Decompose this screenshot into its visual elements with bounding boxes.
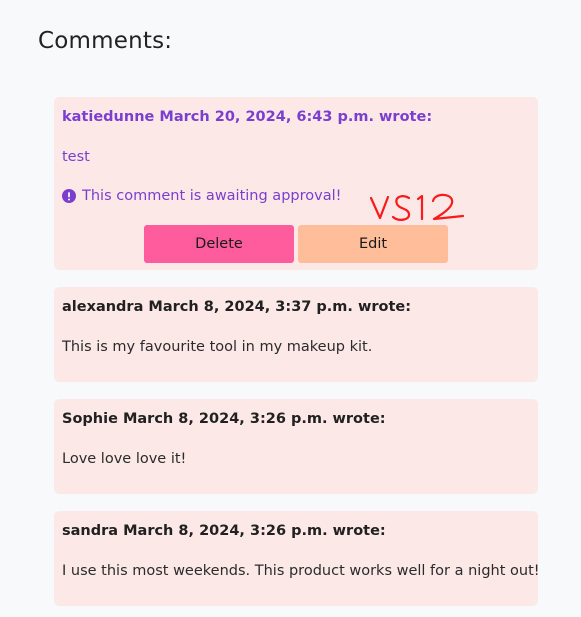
comment-card: alexandra March 8, 2024, 3:37 p.m. wrote…	[54, 287, 538, 382]
comment-header: katiedunne March 20, 2024, 6:43 p.m. wro…	[62, 109, 433, 125]
handwritten-annotation	[369, 193, 465, 221]
edit-button[interactable]: Edit	[298, 225, 448, 263]
page: Comments: katiedunne March 20, 2024, 6:4…	[0, 0, 581, 617]
comment-card-pending: katiedunne March 20, 2024, 6:43 p.m. wro…	[54, 97, 538, 270]
comment-header: Sophie March 8, 2024, 3:26 p.m. wrote:	[62, 411, 386, 427]
page-title: Comments:	[38, 28, 173, 54]
comment-body: test	[62, 149, 90, 165]
approval-notice: This comment is awaiting approval!	[62, 188, 341, 204]
delete-button[interactable]: Delete	[144, 225, 294, 263]
exclamation-circle-icon	[62, 189, 76, 203]
comment-header: sandra March 8, 2024, 3:26 p.m. wrote:	[62, 523, 386, 539]
comment-card: Sophie March 8, 2024, 3:26 p.m. wrote: L…	[54, 399, 538, 494]
comment-body: Love love love it!	[62, 451, 187, 467]
comment-body: I use this most weekends. This product w…	[62, 563, 540, 579]
comment-body: This is my favourite tool in my makeup k…	[62, 339, 373, 355]
comment-header: alexandra March 8, 2024, 3:37 p.m. wrote…	[62, 299, 412, 315]
approval-notice-text: This comment is awaiting approval!	[82, 188, 342, 204]
comment-card: sandra March 8, 2024, 3:26 p.m. wrote: I…	[54, 511, 540, 606]
